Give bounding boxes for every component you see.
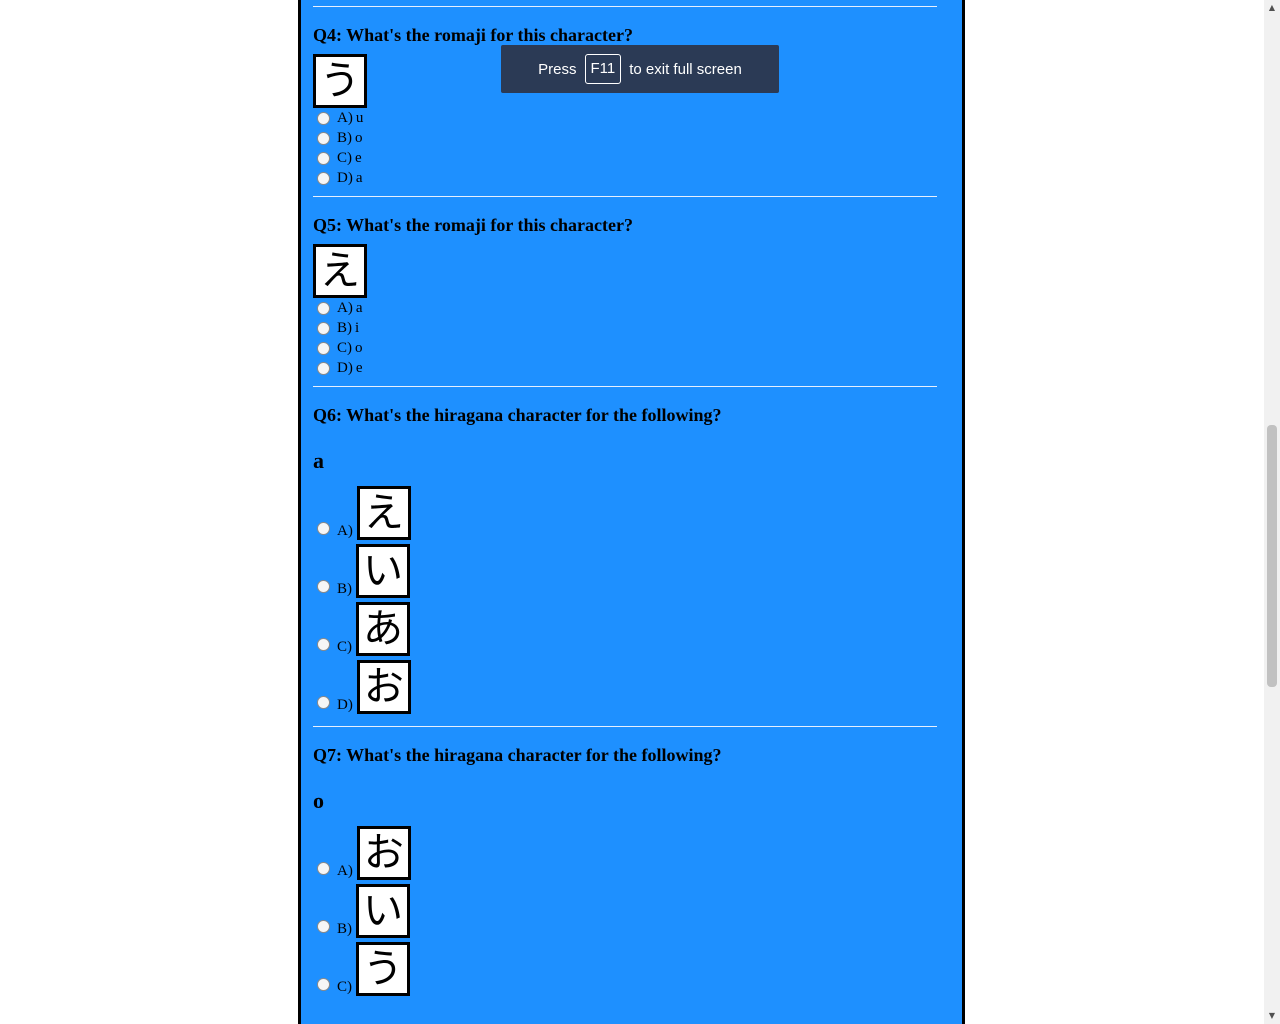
radio-button[interactable]	[317, 522, 330, 535]
radio-button[interactable]	[317, 862, 330, 875]
answer-option[interactable]: C) あ	[313, 598, 937, 656]
radio-button[interactable]	[317, 638, 330, 651]
option-text: o	[355, 339, 363, 356]
option-letter: D)	[337, 697, 353, 713]
option-text: u	[355, 109, 364, 126]
quiz-content: Q4: What's the romaji for this character…	[313, 0, 937, 996]
option-text: a	[355, 299, 363, 316]
option-letter: C)	[337, 639, 352, 655]
option-letter: C)	[337, 149, 352, 166]
question-title: Q5: What's the romaji for this character…	[313, 215, 633, 235]
option-letter: B)	[337, 921, 352, 937]
option-character-image: う	[356, 942, 410, 996]
f11-key-badge: F11	[584, 54, 622, 84]
question-4: Q4: What's the romaji for this character…	[313, 7, 937, 188]
radio-button[interactable]	[317, 171, 330, 185]
answer-option[interactable]: D) e	[313, 358, 937, 378]
question-6: Q6: What's the hiragana character for th…	[313, 387, 937, 714]
option-letter: D)	[337, 359, 353, 376]
romaji-prompt: o	[313, 788, 324, 813]
scroll-up-arrow-icon[interactable]: ▲	[1264, 0, 1280, 16]
answer-option[interactable]: B) い	[313, 880, 937, 938]
option-letter: B)	[337, 319, 352, 336]
option-character-image: い	[356, 544, 410, 598]
option-letter: B)	[337, 581, 352, 597]
radio-button[interactable]	[317, 131, 330, 145]
radio-button[interactable]	[317, 361, 330, 375]
option-character-image: い	[356, 884, 410, 938]
answer-option[interactable]: D) a	[313, 168, 937, 188]
option-letter: C)	[337, 339, 352, 356]
radio-button[interactable]	[317, 341, 330, 355]
answer-option[interactable]: C) e	[313, 148, 937, 168]
radio-button[interactable]	[317, 151, 330, 165]
radio-button[interactable]	[317, 696, 330, 709]
question-5: Q5: What's the romaji for this character…	[313, 197, 937, 378]
radio-button[interactable]	[317, 920, 330, 933]
option-letter: A)	[337, 109, 353, 126]
option-text: o	[355, 129, 363, 146]
radio-button[interactable]	[317, 301, 330, 315]
radio-button[interactable]	[317, 580, 330, 593]
option-text: a	[355, 169, 363, 186]
option-text: e	[355, 359, 363, 376]
radio-button[interactable]	[317, 978, 330, 991]
answer-option[interactable]: B) い	[313, 540, 937, 598]
answer-option[interactable]: D) お	[313, 656, 937, 714]
answer-option[interactable]: B) i	[313, 318, 937, 338]
scroll-down-arrow-icon[interactable]: ▼	[1264, 1008, 1280, 1024]
option-character-image: お	[356, 826, 411, 880]
vertical-scrollbar[interactable]: ▲ ▼	[1264, 0, 1280, 1024]
option-letter: B)	[337, 129, 352, 146]
option-letter: A)	[337, 523, 353, 539]
option-character-image: え	[356, 486, 411, 540]
radio-button[interactable]	[317, 111, 330, 125]
quiz-page: Q4: What's the romaji for this character…	[298, 0, 965, 1024]
toast-suffix: to exit full screen	[629, 60, 742, 78]
answer-option[interactable]: C) o	[313, 338, 937, 358]
question-title: Q7: What's the hiragana character for th…	[313, 745, 722, 765]
option-letter: A)	[337, 299, 353, 316]
option-text: e	[355, 149, 362, 166]
option-letter: A)	[337, 863, 353, 879]
romaji-prompt: a	[313, 448, 324, 473]
answer-option[interactable]: A) a	[313, 298, 937, 318]
option-text: i	[355, 319, 360, 336]
radio-button[interactable]	[317, 321, 330, 335]
question-character-image: え	[313, 244, 367, 298]
option-character-image: お	[356, 660, 411, 714]
scrollbar-thumb[interactable]	[1267, 425, 1277, 687]
answer-option[interactable]: A) え	[313, 482, 937, 540]
option-letter: D)	[337, 169, 353, 186]
answer-option[interactable]: A) お	[313, 822, 937, 880]
answer-option[interactable]: B) o	[313, 128, 937, 148]
question-title: Q4: What's the romaji for this character…	[313, 25, 633, 45]
option-letter: C)	[337, 979, 352, 995]
question-character-image: う	[313, 54, 367, 108]
question-title: Q6: What's the hiragana character for th…	[313, 405, 722, 425]
question-7: Q7: What's the hiragana character for th…	[313, 727, 937, 996]
answer-option[interactable]: A) u	[313, 108, 937, 128]
toast-prefix: Press	[538, 60, 577, 78]
option-character-image: あ	[356, 602, 410, 656]
answer-option[interactable]: C) う	[313, 938, 937, 996]
fullscreen-exit-toast: Press F11 to exit full screen	[501, 45, 779, 93]
